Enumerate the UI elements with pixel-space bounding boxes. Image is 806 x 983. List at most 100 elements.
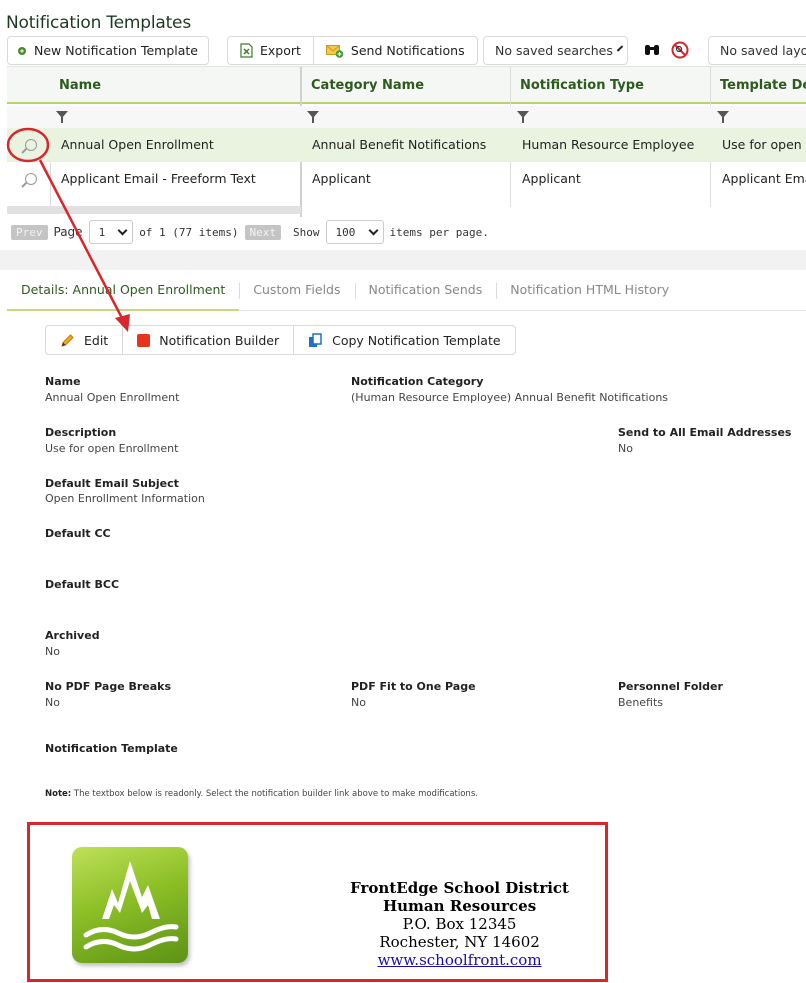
view-details-icon[interactable] xyxy=(25,173,37,185)
cell-name: Applicant Email - Freeform Text xyxy=(61,171,256,186)
cell-description: Use for open En xyxy=(722,137,806,152)
saved-searches-select[interactable]: No saved searches xyxy=(483,36,628,65)
templates-grid: Name Category Name Notification Type Tem… xyxy=(7,66,806,248)
grid-pager: Prev Page 1 of 1 (77 items) Next Show 10… xyxy=(7,217,806,247)
readonly-note: Note: The textbox below is readonly. Sel… xyxy=(45,789,478,799)
letterhead-department: Human Resources xyxy=(382,897,537,915)
grid-filter-row xyxy=(7,106,806,128)
send-notifications-button[interactable]: Send Notifications xyxy=(312,37,477,64)
page-number-select[interactable]: 1 xyxy=(88,220,134,244)
tab-html-history[interactable]: Notification HTML History xyxy=(496,271,683,311)
field-value-folder: Benefits xyxy=(618,696,664,709)
edit-label: Edit xyxy=(84,332,109,348)
field-label-template: Notification Template xyxy=(45,742,178,755)
send-notifications-label: Send Notifications xyxy=(350,43,465,58)
copy-template-button[interactable]: Copy Notification Template xyxy=(293,326,514,354)
field-value-subject: Open Enrollment Information xyxy=(45,492,205,505)
field-label-send-all: Send to All Email Addresses xyxy=(618,426,792,439)
field-value-send-all: No xyxy=(618,442,633,455)
binoculars-icon[interactable] xyxy=(644,43,660,57)
pencil-icon xyxy=(61,333,74,347)
grid-header: Name Category Name Notification Type Tem… xyxy=(7,67,806,104)
filter-icon[interactable] xyxy=(56,111,68,123)
detail-actions: Edit Notification Builder Copy Notificat… xyxy=(45,325,516,355)
envelope-add-icon xyxy=(325,44,344,58)
letterhead-website-link[interactable]: www.schoolfront.com xyxy=(378,951,542,969)
field-value-description: Use for open Enrollment xyxy=(45,442,179,455)
table-row[interactable]: Applicant Email - Freeform Text Applican… xyxy=(7,161,806,194)
field-label-folder: Personnel Folder xyxy=(618,680,723,693)
prev-page-button[interactable]: Prev xyxy=(11,224,48,240)
district-logo xyxy=(72,847,188,963)
tab-custom-fields[interactable]: Custom Fields xyxy=(239,271,354,311)
next-page-button[interactable]: Next xyxy=(244,224,282,240)
field-label-name: Name xyxy=(45,375,81,388)
clear-search-icon[interactable] xyxy=(671,41,689,59)
saved-layouts-value: No saved layou xyxy=(720,43,806,58)
filter-icon[interactable] xyxy=(717,111,729,123)
notification-builder-label: Notification Builder xyxy=(159,332,280,348)
page-size-select[interactable]: 100 xyxy=(325,220,384,244)
field-value-pdf-breaks: No xyxy=(45,696,60,709)
horizontal-scrollbar[interactable] xyxy=(7,206,301,214)
filter-icon[interactable] xyxy=(307,111,319,123)
cell-name: Annual Open Enrollment xyxy=(61,137,214,152)
template-preview: FrontEdge School District Human Resource… xyxy=(27,822,608,982)
filter-icon[interactable] xyxy=(517,111,529,123)
table-row[interactable]: Annual Open Enrollment Annual Benefit No… xyxy=(7,128,806,161)
chevron-down-icon xyxy=(616,45,624,52)
cell-description: Applicant Emai xyxy=(722,171,806,186)
field-label-pdf-fit: PDF Fit to One Page xyxy=(351,680,476,693)
chevron-down-icon xyxy=(368,225,378,235)
copy-template-label: Copy Notification Template xyxy=(332,332,501,348)
cell-type: Applicant xyxy=(522,171,581,186)
field-label-category: Notification Category xyxy=(351,375,484,388)
mountain-wave-icon xyxy=(83,861,179,952)
tab-notification-sends[interactable]: Notification Sends xyxy=(354,271,497,311)
field-value-name: Annual Open Enrollment xyxy=(45,391,180,404)
letterhead: FrontEdge School District Human Resource… xyxy=(350,879,569,969)
saved-layouts-select[interactable]: No saved layou xyxy=(708,36,806,65)
cell-category: Applicant xyxy=(312,171,371,186)
new-template-button[interactable]: New Notification Template xyxy=(7,36,209,65)
page-number-value: 1 xyxy=(98,225,106,239)
field-value-archived: No xyxy=(45,645,60,658)
column-header-description[interactable]: Template Des xyxy=(720,67,806,104)
page-size-value: 100 xyxy=(335,225,356,239)
page-title: Notification Templates xyxy=(6,13,191,33)
letterhead-address1: P.O. Box 12345 xyxy=(402,915,517,933)
field-label-bcc: Default BCC xyxy=(45,578,120,591)
note-bold: Note: xyxy=(45,789,72,799)
field-value-pdf-fit: No xyxy=(351,696,366,709)
export-label: Export xyxy=(260,43,301,58)
copy-icon xyxy=(309,332,322,347)
page-label: Page xyxy=(53,225,83,239)
view-details-icon[interactable] xyxy=(25,139,37,151)
field-label-subject: Default Email Subject xyxy=(45,477,179,490)
note-text: The textbox below is readonly. Select th… xyxy=(71,789,478,799)
saved-searches-value: No saved searches xyxy=(495,43,613,58)
export-send-group: Export Send Notifications xyxy=(227,36,478,65)
field-label-pdf-breaks: No PDF Page Breaks xyxy=(45,680,172,693)
letterhead-district: FrontEdge School District xyxy=(350,879,569,897)
column-header-type[interactable]: Notification Type xyxy=(520,67,644,104)
excel-icon xyxy=(240,43,253,58)
export-button[interactable]: Export xyxy=(228,37,313,64)
section-divider xyxy=(0,250,806,270)
field-label-description: Description xyxy=(45,426,117,439)
plus-circle-icon xyxy=(18,46,27,55)
notification-builder-button[interactable]: Notification Builder xyxy=(122,326,293,354)
builder-icon xyxy=(137,333,151,347)
letterhead-address2: Rochester, NY 14602 xyxy=(379,933,540,951)
tab-details[interactable]: Details: Annual Open Enrollment xyxy=(7,271,240,311)
page-count-label: of 1 (77 items) xyxy=(139,225,239,239)
edit-button[interactable]: Edit xyxy=(46,326,122,354)
column-header-category[interactable]: Category Name xyxy=(311,67,424,104)
per-page-label: items per page. xyxy=(389,225,489,239)
field-label-cc: Default CC xyxy=(45,527,111,540)
chevron-down-icon xyxy=(117,225,128,235)
field-label-archived: Archived xyxy=(45,629,100,642)
cell-type: Human Resource Employee xyxy=(522,137,695,152)
column-header-name[interactable]: Name xyxy=(59,67,101,104)
detail-tabs: Details: Annual Open Enrollment Custom F… xyxy=(7,271,806,311)
